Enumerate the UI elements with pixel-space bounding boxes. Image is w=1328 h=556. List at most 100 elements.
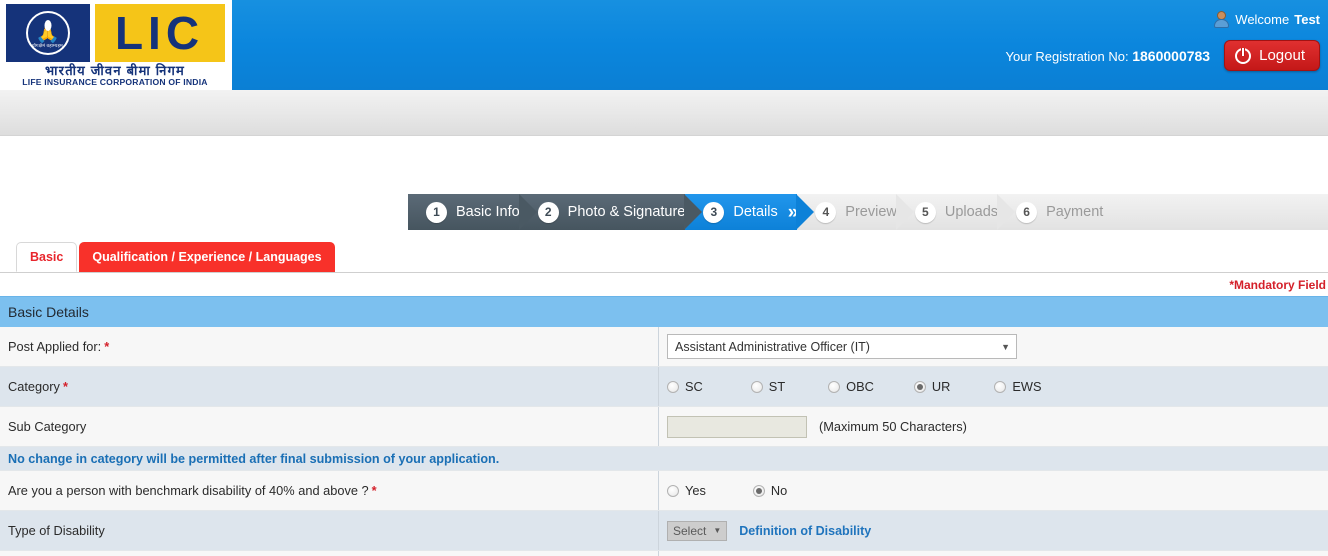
- radio-icon: [667, 380, 679, 393]
- row-type-of-disability: Type of Disability Select ▼ Definition o…: [0, 511, 1328, 551]
- step-label: Photo & Signature: [567, 204, 686, 220]
- emblem-circle: 🙏 योगक्षेमं वहाम्यहम्: [25, 11, 70, 55]
- disability-type-select[interactable]: Select ▼: [667, 520, 728, 541]
- tab-basic[interactable]: Basic: [16, 242, 78, 272]
- category-radio-group: SC ST OBC UR EWS: [667, 379, 1042, 394]
- sub-category-value: (Maximum 50 Characters): [659, 407, 1328, 446]
- step-number: 6: [1016, 201, 1038, 223]
- step-number: 3: [703, 201, 725, 223]
- disability-type-label: Type of Disability: [0, 511, 659, 550]
- step-number: 5: [914, 201, 936, 223]
- lic-wordmark: LIC: [94, 4, 225, 62]
- disability-radio-yes[interactable]: Yes: [667, 483, 706, 498]
- category-change-notice: No change in category will be permitted …: [8, 451, 500, 466]
- emblem-motto: योगक्षेमं वहाम्यहम्: [32, 43, 63, 48]
- disability-radio-no[interactable]: No: [752, 483, 788, 498]
- category-radio-obc[interactable]: OBC: [828, 379, 874, 394]
- step-label: Details: [733, 204, 778, 220]
- radio-label: EWS: [1012, 379, 1042, 394]
- mandatory-field-note: *Mandatory Field: [1229, 278, 1326, 292]
- logout-button[interactable]: Logout: [1224, 40, 1320, 71]
- logo-english-text: LIFE INSURANCE CORPORATION OF INDIA: [22, 77, 208, 88]
- welcome-area: Welcome Test: [1213, 11, 1320, 28]
- tail-value: [659, 551, 1328, 556]
- radio-icon-selected: [752, 484, 765, 497]
- row-sub-category: Sub Category (Maximum 50 Characters): [0, 407, 1328, 447]
- definition-of-disability-link[interactable]: Definition of Disability: [739, 524, 871, 538]
- radio-icon: [667, 484, 679, 497]
- row-category: Category * SC ST OBC UR EWS: [0, 367, 1328, 407]
- step-number: 2: [537, 201, 559, 223]
- disability-question-label: Are you a person with benchmark disabili…: [0, 471, 659, 510]
- category-radio-st[interactable]: ST: [750, 379, 785, 394]
- step-arrow-icon: [684, 194, 703, 230]
- radio-label: OBC: [846, 379, 874, 394]
- step-arrow-icon: [518, 194, 537, 230]
- chevron-down-icon: ▼: [713, 526, 722, 535]
- radio-icon: [828, 380, 841, 393]
- radio-label: SC: [685, 379, 703, 394]
- category-label: Category *: [0, 367, 659, 406]
- category-radio-ews[interactable]: EWS: [994, 379, 1042, 394]
- site-header: 🙏 योगक्षेमं वहाम्यहम् LIC भारतीय जीवन बी…: [0, 0, 1328, 90]
- tab-bar: Basic Qualification / Experience / Langu…: [0, 238, 1328, 272]
- row-tail: [0, 551, 1328, 556]
- wizard-step-1[interactable]: 1 Basic Info: [408, 194, 537, 230]
- row-post-applied-for: Post Applied for: * Assistant Administra…: [0, 327, 1328, 367]
- power-icon: [1235, 47, 1252, 64]
- sub-category-hint: (Maximum 50 Characters): [819, 419, 967, 434]
- sub-category-label: Sub Category: [0, 407, 659, 446]
- post-applied-label: Post Applied for: *: [0, 327, 659, 366]
- radio-icon: [750, 380, 763, 393]
- registration-area: Your Registration No: 1860000783 Logout: [1006, 40, 1320, 71]
- sub-category-label-text: Sub Category: [8, 419, 87, 434]
- tab-label: Qualification / Experience / Languages: [92, 250, 322, 264]
- row-benchmark-disability: Are you a person with benchmark disabili…: [0, 471, 1328, 511]
- category-radio-sc[interactable]: SC: [667, 379, 703, 394]
- welcome-label: Welcome: [1235, 12, 1290, 27]
- disability-type-value: Select ▼ Definition of Disability: [659, 511, 1328, 550]
- user-avatar-icon: [1213, 11, 1230, 28]
- step-wizard: 1 Basic Info 2 Photo & Signature 3 Detai…: [408, 194, 1328, 230]
- disability-question-text: Are you a person with benchmark disabili…: [8, 483, 369, 498]
- logout-label: Logout: [1259, 47, 1305, 64]
- registration-label: Your Registration No:: [1005, 48, 1129, 64]
- emblem-flame-icon: [44, 20, 51, 31]
- step-arrow-icon: [895, 194, 914, 230]
- step-label: Payment: [1046, 204, 1104, 220]
- step-number: 1: [426, 201, 447, 223]
- disability-question-value: Yes No: [659, 471, 1328, 510]
- disability-radio-group: Yes No: [667, 483, 787, 498]
- step-arrow-icon: [997, 194, 1016, 230]
- disability-type-label-text: Type of Disability: [8, 523, 105, 538]
- tab-qualification-experience-languages[interactable]: Qualification / Experience / Languages: [79, 242, 335, 272]
- tab-label: Basic: [30, 250, 64, 264]
- radio-label: No: [770, 483, 788, 498]
- post-applied-label-text: Post Applied for:: [8, 339, 102, 354]
- post-applied-value: Assistant Administrative Officer (IT) ▼: [659, 327, 1328, 366]
- wizard-step-2[interactable]: 2 Photo & Signature: [519, 194, 703, 230]
- user-name: Test: [1294, 12, 1320, 27]
- category-radio-ur[interactable]: UR: [913, 379, 951, 394]
- step-number: 4: [815, 201, 837, 223]
- logo-hindi-text: भारतीय जीवन बीमा निगम: [44, 63, 186, 78]
- disability-type-selected-value: Select: [673, 523, 707, 538]
- wizard-step-6[interactable]: 6 Payment: [998, 194, 1328, 230]
- required-asterisk: *: [371, 483, 377, 498]
- required-asterisk: *: [62, 379, 68, 394]
- sub-category-input[interactable]: [667, 415, 807, 438]
- lic-emblem-icon: 🙏 योगक्षेमं वहाम्यहम्: [5, 4, 90, 62]
- radio-label: Yes: [685, 483, 706, 498]
- registration-line: Your Registration No: 1860000783: [1006, 48, 1211, 64]
- step-label: Preview: [845, 204, 897, 220]
- radio-label: UR: [931, 379, 951, 394]
- section-header-basic-details: Basic Details: [0, 296, 1328, 327]
- registration-number: 1860000783: [1132, 47, 1211, 64]
- step-arrow-icon: [796, 194, 815, 230]
- double-chevron-icon: »: [787, 201, 798, 223]
- lic-logo: 🙏 योगक्षेमं वहाम्यहम् LIC भारतीय जीवन बी…: [0, 0, 232, 90]
- logo-row: 🙏 योगक्षेमं वहाम्यहम् LIC: [5, 3, 225, 63]
- post-applied-select[interactable]: Assistant Administrative Officer (IT) ▼: [667, 334, 1017, 359]
- content-spacer: [0, 136, 1328, 194]
- radio-icon-selected: [913, 380, 926, 393]
